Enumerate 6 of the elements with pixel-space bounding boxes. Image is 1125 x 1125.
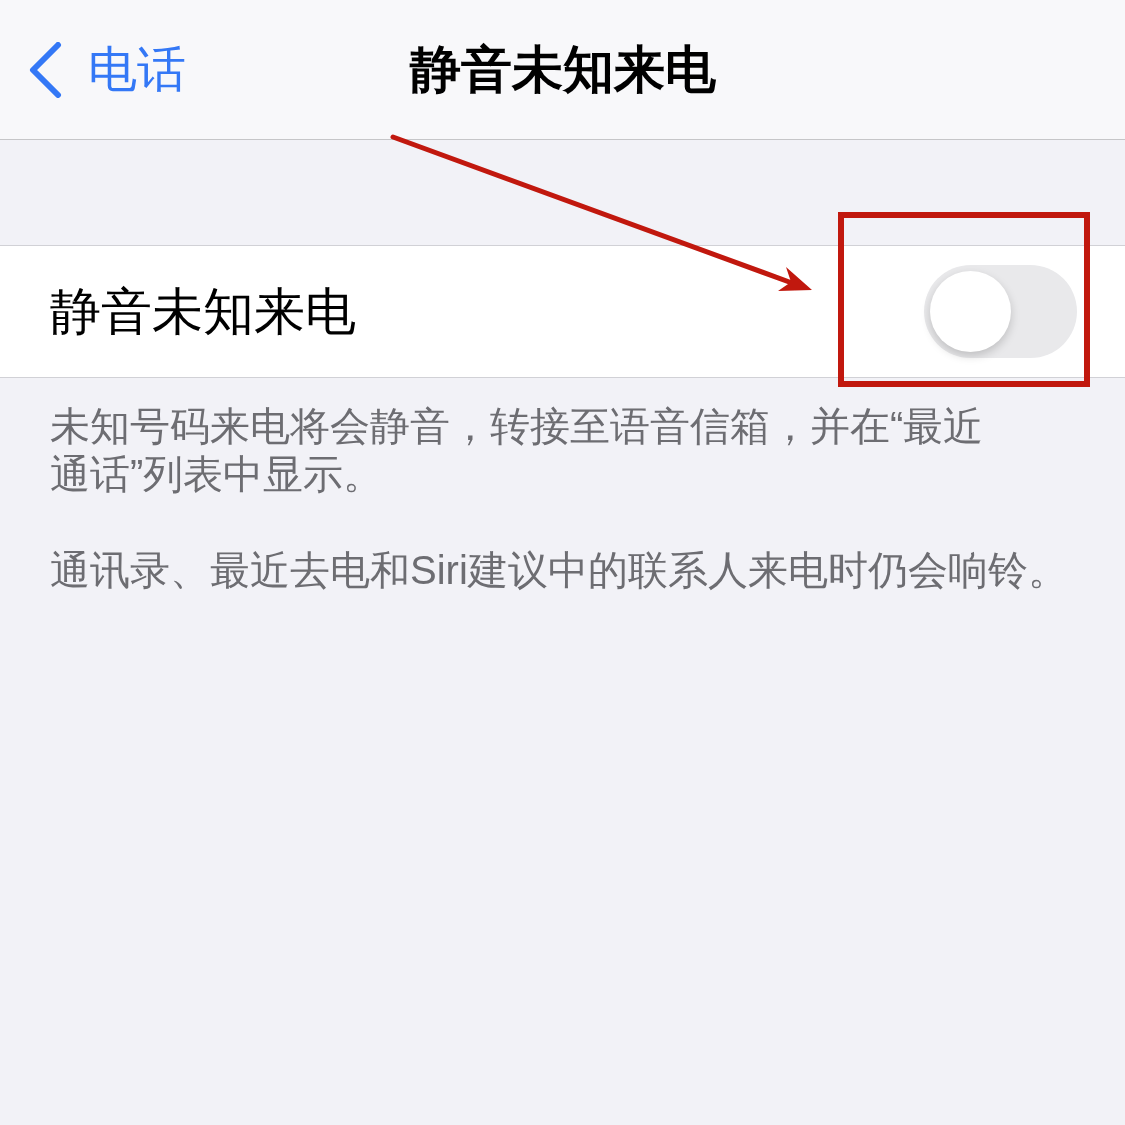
page-title: 静音未知来电 (409, 44, 716, 95)
footer-note: 未知号码来电将会静音，转接至语音信箱，并在“最近通话”列表中显示。 (50, 403, 985, 498)
setting-label: 静音未知来电 (50, 286, 356, 337)
back-chevron-icon (28, 41, 62, 98)
footer-note: 通讯录、最近去电和Siri建议中的联系人来电时仍会响铃。 (50, 547, 1069, 594)
back-button[interactable]: 电话 (28, 41, 186, 98)
